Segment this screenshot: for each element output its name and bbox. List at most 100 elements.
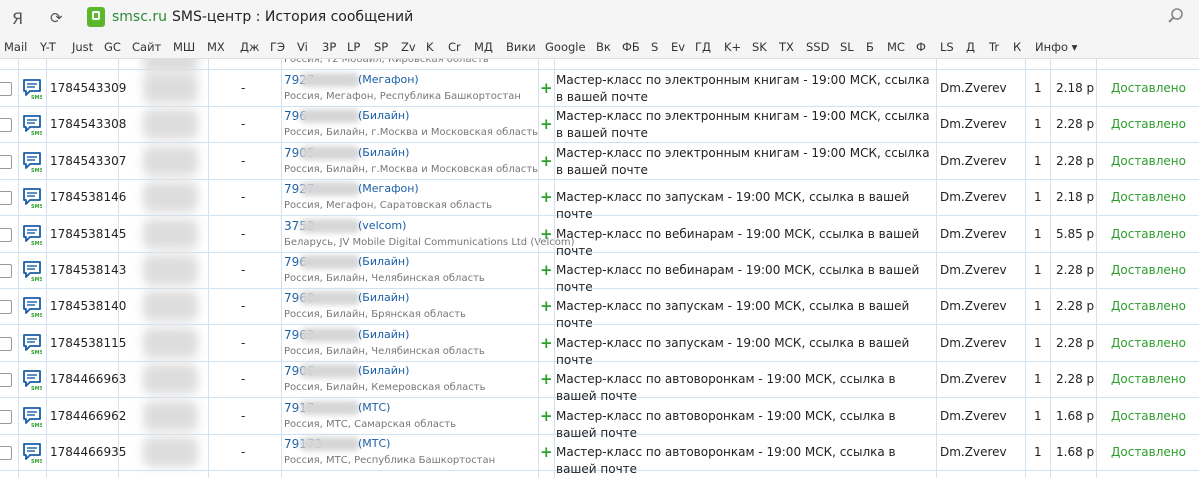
search-icon[interactable] [1167, 7, 1185, 25]
row-checkbox[interactable] [0, 227, 12, 242]
column-divider [936, 59, 937, 478]
row-checkbox[interactable] [0, 373, 12, 388]
svg-text:SMS: SMS [31, 386, 42, 391]
bookmark-4[interactable]: Сайт [132, 40, 161, 54]
row-checkbox[interactable] [0, 300, 12, 315]
dash: - [241, 372, 246, 387]
plus-icon[interactable]: + [540, 188, 553, 206]
bookmark-0[interactable]: Mail [4, 40, 27, 54]
bookmark-12[interactable]: SP [374, 40, 388, 54]
bookmark-8[interactable]: ГЭ [270, 40, 285, 54]
bookmark-24[interactable]: K+ [724, 40, 741, 54]
row-checkbox[interactable] [0, 336, 12, 351]
bookmark-30[interactable]: МС [887, 40, 905, 54]
column-divider [1096, 59, 1097, 478]
plus-icon[interactable]: + [540, 407, 553, 425]
sms-count: 1 [1034, 226, 1042, 241]
svg-text:SMS: SMS [31, 204, 42, 209]
bookmark-2[interactable]: Just [72, 40, 93, 54]
bookmark-3[interactable]: GC [104, 40, 121, 54]
message-text: Мастер-класс по автоворонкам - 19:00 МСК… [556, 445, 896, 476]
redacted-name [143, 145, 198, 176]
bookmark-11[interactable]: LP [347, 40, 360, 54]
redacted-number [300, 145, 360, 160]
plus-icon[interactable]: + [540, 152, 553, 170]
bookmark-35[interactable]: К [1013, 40, 1021, 54]
bookmark-1[interactable]: Y-T [40, 40, 56, 54]
sms-count: 1 [1034, 190, 1042, 205]
bookmark-34[interactable]: Tr [989, 40, 999, 54]
row-checkbox[interactable] [0, 446, 12, 460]
bookmark-17[interactable]: Вики [506, 40, 536, 54]
plus-icon[interactable]: + [540, 297, 553, 315]
row-checkbox[interactable] [0, 191, 12, 206]
column-divider [1050, 59, 1051, 478]
bookmark-36[interactable]: Инфо ▾ [1035, 40, 1077, 54]
plus-icon[interactable]: + [540, 334, 553, 352]
bookmark-33[interactable]: Д [966, 40, 975, 54]
plus-icon[interactable]: + [540, 443, 553, 461]
bookmark-28[interactable]: SL [840, 40, 854, 54]
refresh-icon[interactable]: ⟳ [50, 9, 63, 27]
bookmark-20[interactable]: ФБ [622, 40, 640, 54]
bookmark-25[interactable]: SK [752, 40, 767, 54]
table-row: SMS1784538115-7963(Билайн)Россия, Билайн… [0, 325, 1199, 367]
message-id[interactable]: 1784538145 [50, 227, 126, 241]
row-checkbox[interactable] [0, 82, 12, 96]
message-id[interactable]: 1784466962 [50, 409, 126, 423]
bookmark-5[interactable]: МШ [173, 40, 195, 54]
plus-icon[interactable]: + [540, 225, 553, 243]
sms-count: 1 [1034, 445, 1042, 459]
bookmark-32[interactable]: LS [940, 40, 954, 54]
bookmark-19[interactable]: Вк [596, 40, 611, 54]
bookmark-23[interactable]: ГД [695, 40, 711, 54]
lock-icon[interactable] [87, 7, 105, 27]
bookmark-22[interactable]: Ev [671, 40, 685, 54]
bookmark-10[interactable]: 3P [322, 40, 336, 54]
sender: Dm.Zverev [940, 335, 1007, 350]
row-checkbox[interactable] [0, 154, 12, 169]
address-bar-url[interactable]: smsc.ru [112, 9, 167, 25]
message-id[interactable]: 1784538115 [50, 336, 126, 350]
region-text: Россия, Билайн, г.Москва и Московская об… [284, 163, 539, 175]
message-id[interactable]: 1784543308 [50, 117, 126, 131]
message-id[interactable]: 1784538146 [50, 190, 126, 204]
bookmark-15[interactable]: Cr [448, 40, 461, 54]
bookmark-9[interactable]: Vi [297, 40, 308, 54]
bookmark-31[interactable]: Ф [916, 40, 926, 54]
bookmark-29[interactable]: Б [866, 40, 874, 54]
redacted-number [300, 400, 360, 415]
plus-icon[interactable]: + [540, 79, 553, 97]
operator: (Мегафон) [358, 182, 419, 196]
sender: Dm.Zverev [940, 81, 1007, 95]
plus-icon[interactable]: + [540, 370, 553, 388]
bookmark-14[interactable]: K [426, 40, 434, 54]
column-divider [538, 59, 539, 478]
bookmark-21[interactable]: S [651, 40, 658, 54]
yandex-logo-icon[interactable]: Я [12, 9, 23, 28]
message-id[interactable]: 1784543307 [50, 154, 126, 168]
svg-text:SMS: SMS [31, 423, 42, 428]
bookmark-13[interactable]: Zv [401, 40, 416, 54]
row-checkbox[interactable] [0, 118, 12, 133]
message-id[interactable]: 1784466963 [50, 372, 126, 386]
row-checkbox[interactable] [0, 264, 12, 278]
message-id[interactable]: 1784538140 [50, 299, 126, 313]
sms-icon: SMS [23, 115, 42, 136]
plus-icon[interactable]: + [540, 261, 553, 279]
bookmark-27[interactable]: SSD [806, 40, 829, 54]
dash: - [241, 335, 246, 350]
bookmark-26[interactable]: TX [779, 40, 794, 54]
message-id[interactable]: 1784538143 [50, 263, 126, 277]
message-id[interactable]: 1784466935 [50, 445, 126, 459]
bookmark-6[interactable]: МХ [207, 40, 225, 54]
row-checkbox[interactable] [0, 409, 12, 424]
redacted-name [143, 291, 198, 322]
bookmark-16[interactable]: МД [474, 40, 493, 54]
plus-icon[interactable]: + [540, 115, 553, 133]
bookmark-18[interactable]: Google [545, 40, 586, 54]
price: 2.28 р [1056, 335, 1095, 350]
bookmark-7[interactable]: Дж [240, 40, 259, 54]
message-id[interactable]: 1784543309 [50, 81, 126, 95]
operator: (Билайн) [358, 327, 410, 341]
